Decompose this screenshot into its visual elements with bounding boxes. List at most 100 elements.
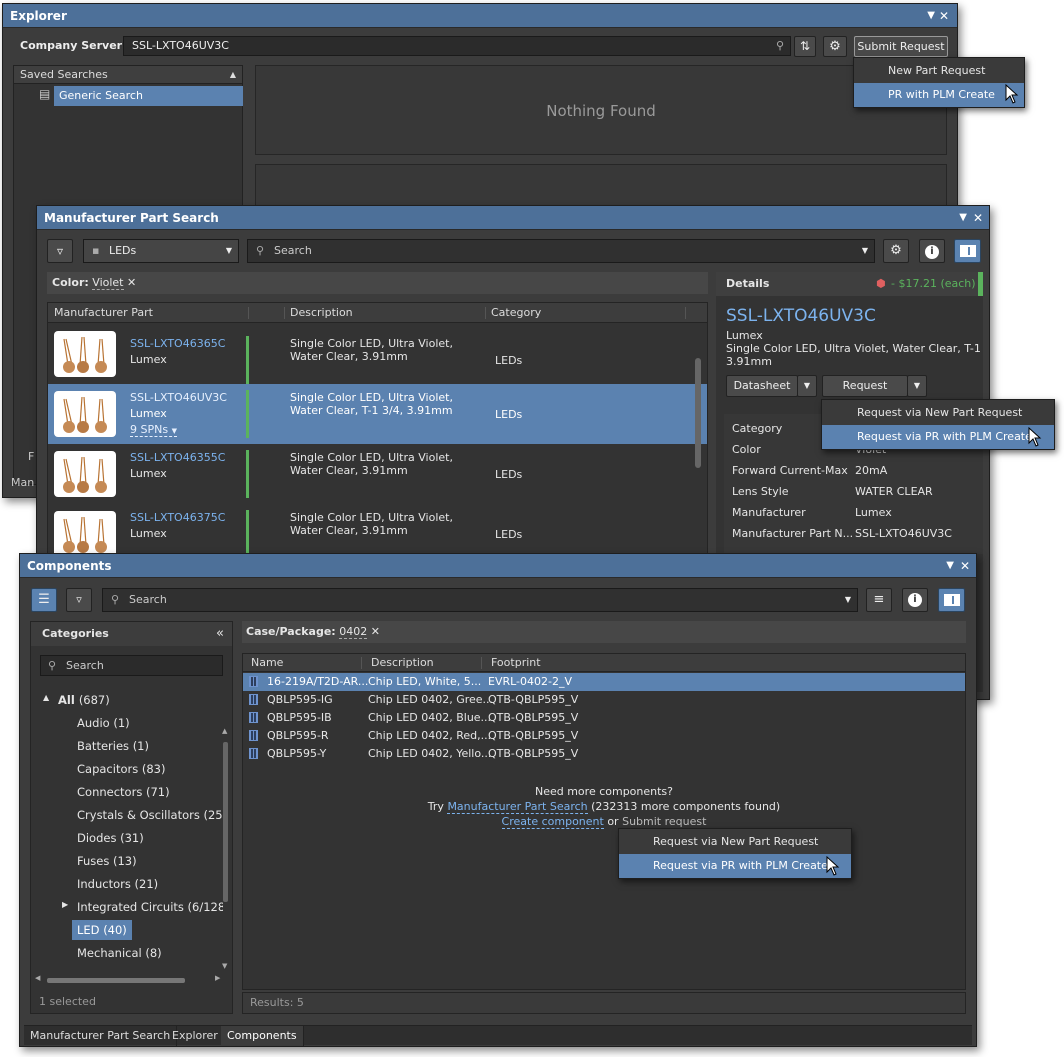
category-item[interactable]: Connectors (71) [77, 782, 170, 802]
scroll-down-icon[interactable]: ▼ [222, 962, 227, 970]
column-header-name[interactable]: Name [251, 654, 283, 672]
categories-horizontal-scrollbar[interactable] [47, 978, 185, 983]
filter-value[interactable]: 0402 [339, 625, 368, 639]
category-item[interactable]: Integrated Circuits (6/128 [77, 897, 223, 917]
spns-label: 9 SPNs [130, 423, 169, 436]
table-row[interactable]: QBLP595-R Chip LED 0402, Red,... QTB-QBL… [243, 727, 965, 745]
settings-button[interactable]: ⚙ [823, 36, 847, 57]
server-selector[interactable]: Company Server ▼ [20, 39, 131, 52]
info-button[interactable]: i [902, 588, 928, 612]
chevron-down-icon[interactable]: ▼ [845, 589, 851, 611]
filter-value[interactable]: Violet [92, 276, 124, 290]
expand-arrow-icon[interactable]: ▲ [43, 693, 49, 702]
split-view-icon [943, 594, 960, 606]
menu-item-request-new-part[interactable]: Request via New Part Request [822, 401, 1054, 425]
close-icon[interactable]: ✕ [973, 206, 983, 230]
panel-menu-icon[interactable]: ▼ [927, 4, 935, 28]
category-item[interactable]: Crystals & Oscillators (25) [77, 805, 223, 825]
category-item[interactable]: Mechanical (8) [77, 943, 162, 963]
search-icon[interactable]: ⚲ [776, 37, 784, 55]
filter-button[interactable]: ▿ [66, 588, 92, 612]
column-header-category[interactable]: Category [491, 303, 541, 323]
table-row[interactable]: SSL-LXTO46355C Lumex Single Color LED, U… [48, 444, 707, 504]
close-icon[interactable]: ✕ [960, 554, 970, 578]
table-row[interactable]: SSL-LXTO46365C Lumex Single Color LED, U… [48, 324, 707, 384]
list-view-button[interactable]: ☰ [31, 588, 57, 612]
column-header-footprint[interactable]: Footprint [491, 654, 541, 672]
details-part-number: SSL-LXTO46UV3C [726, 306, 876, 326]
datasheet-dropdown-button[interactable]: ▼ [797, 375, 817, 397]
scroll-right-icon[interactable]: ▶ [215, 974, 220, 982]
category-item[interactable]: Fuses (13) [77, 851, 137, 871]
datasheet-button[interactable]: Datasheet [726, 375, 798, 397]
create-component-link[interactable]: Create component [501, 815, 604, 829]
category-dropdown[interactable]: ▪ LEDs ▼ [83, 239, 239, 263]
tab-components[interactable]: Components [221, 1026, 304, 1046]
category-item[interactable]: Inductors (21) [77, 874, 158, 894]
remove-filter-icon[interactable]: ✕ [371, 625, 380, 638]
submit-request-button[interactable]: Submit Request [854, 36, 948, 57]
menu-item-new-part-request[interactable]: New Part Request [854, 59, 1024, 83]
toggle-details-button[interactable] [954, 239, 981, 263]
request-dropdown-button[interactable]: ▼ [907, 375, 927, 397]
table-row[interactable]: QBLP595-Y Chip LED 0402, Yello... QTB-QB… [243, 745, 965, 763]
part-number-link[interactable]: SSL-LXTO46365C [130, 337, 225, 350]
menu-item-request-plm-create[interactable]: Request via PR with PLM Create [619, 854, 851, 878]
table-row[interactable]: QBLP595-IB Chip LED 0402, Blue... QTB-QB… [243, 709, 965, 727]
panel-menu-icon[interactable]: ▼ [946, 554, 954, 578]
mps-search-input[interactable]: ⚲ Search ▼ [247, 239, 875, 263]
category-item-selected[interactable]: LED (40) [72, 920, 132, 940]
scroll-up-icon[interactable]: ▲ [222, 727, 227, 735]
part-number-link[interactable]: SSL-LXTO46375C [130, 511, 225, 524]
menu-item-pr-plm-create[interactable]: PR with PLM Create [854, 83, 1024, 107]
category-item[interactable]: Batteries (1) [77, 736, 149, 756]
expand-arrow-icon[interactable]: ▶ [62, 900, 68, 909]
table-row[interactable]: QBLP595-IG Chip LED 0402, Gree... QTB-QB… [243, 691, 965, 709]
toggle-details-button[interactable] [938, 588, 965, 612]
tab-explorer[interactable]: Explorer [166, 1026, 225, 1046]
table-row-selected[interactable]: SSL-LXTO46UV3C Lumex 9 SPNs ▼ Single Col… [48, 384, 707, 444]
mps-link[interactable]: Manufacturer Part Search [447, 800, 588, 814]
tab-manufacturer-part-search[interactable]: Manufacturer Part Search [24, 1026, 178, 1046]
settings-button[interactable]: ⚙ [883, 239, 909, 263]
vertical-scrollbar[interactable] [695, 358, 701, 468]
category-search-input[interactable]: ⚲ Search [40, 655, 223, 676]
chevron-down-icon: ▼ [803, 381, 811, 390]
side-tab-f[interactable]: F [28, 450, 34, 463]
part-number-link[interactable]: SSL-LXTO46UV3C [130, 391, 227, 404]
side-tab-man[interactable]: Man [11, 476, 34, 489]
column-header-part[interactable]: Manufacturer Part [54, 303, 153, 323]
explorer-search-input[interactable]: SSL-LXTO46UV3C ⚲ [123, 36, 791, 56]
column-header-description[interactable]: Description [290, 303, 353, 323]
refresh-button[interactable]: ⇅ [794, 36, 816, 57]
category-item[interactable]: Capacitors (83) [77, 759, 165, 779]
scroll-left-icon[interactable]: ◀ [35, 974, 40, 982]
category-item[interactable]: Audio (1) [77, 713, 130, 733]
category-item[interactable]: Diodes (31) [77, 828, 144, 848]
spns-dropdown[interactable]: 9 SPNs ▼ [130, 423, 177, 437]
column-header-description[interactable]: Description [371, 654, 434, 672]
submit-request-link[interactable]: Submit request [622, 815, 706, 828]
remove-filter-icon[interactable]: ✕ [127, 276, 136, 289]
components-search-input[interactable]: ⚲ Search ▼ [102, 588, 858, 612]
part-number-link[interactable]: SSL-LXTO46355C [130, 451, 225, 464]
filter-bar: Color: Violet ✕ [47, 272, 708, 294]
category-name: Batteries [77, 739, 130, 753]
menu-button[interactable]: ≡ [866, 588, 892, 612]
categories-vertical-scrollbar[interactable] [223, 742, 228, 902]
close-icon[interactable]: ✕ [939, 4, 949, 28]
menu-item-request-new-part[interactable]: Request via New Part Request [619, 830, 851, 854]
filter-button[interactable]: ▿ [47, 239, 73, 263]
menu-item-request-plm-create[interactable]: Request via PR with PLM Create [822, 425, 1054, 449]
collapse-left-icon[interactable]: « [216, 622, 224, 646]
table-row-selected[interactable]: 16-219A/T2D-AR... Chip LED, White, 5... … [243, 673, 965, 691]
collapse-icon[interactable]: ▲ [230, 66, 236, 84]
category-item-all[interactable]: All (687) [58, 690, 110, 710]
column-divider [284, 307, 285, 319]
panel-menu-icon[interactable]: ▼ [959, 206, 967, 230]
manufacturer-name: Lumex [130, 467, 167, 480]
info-button[interactable]: i [919, 239, 945, 263]
request-button[interactable]: Request [822, 375, 908, 397]
chevron-down-icon[interactable]: ▼ [862, 240, 868, 262]
generic-search-item[interactable]: Generic Search [54, 86, 243, 106]
